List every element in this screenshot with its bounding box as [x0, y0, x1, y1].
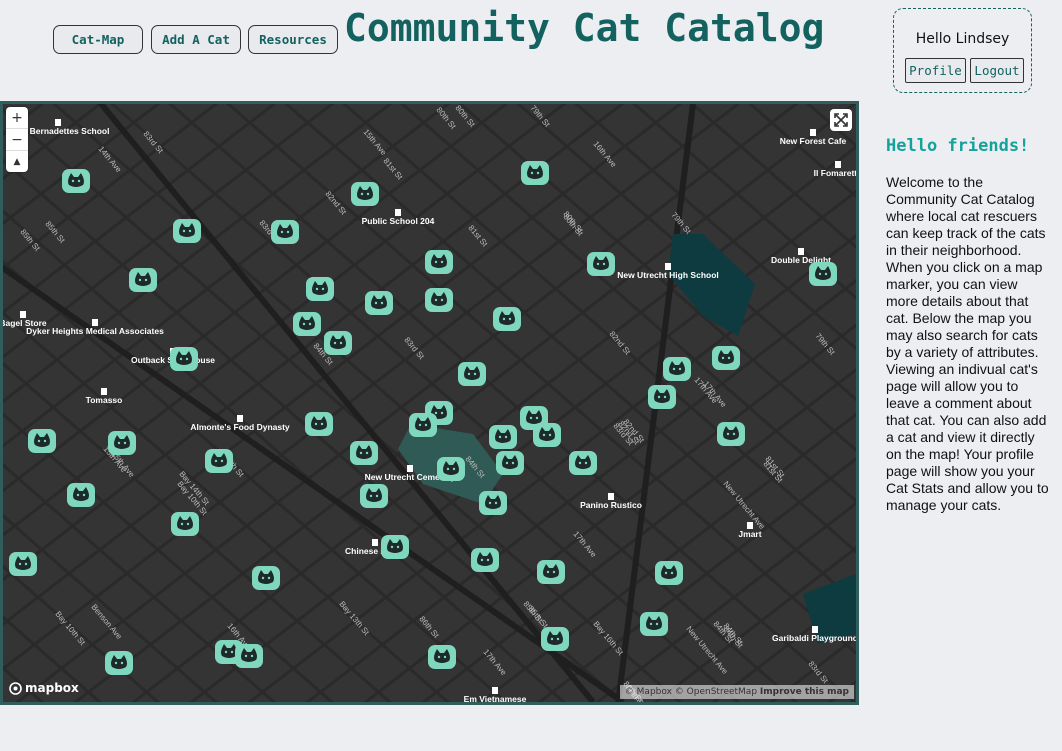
cat-marker[interactable] [489, 425, 517, 449]
map-attribution: © Mapbox © OpenStreetMap Improve this ma… [619, 685, 854, 699]
cat-marker[interactable] [471, 548, 499, 572]
cat-marker[interactable] [324, 331, 352, 355]
cat-marker[interactable] [425, 250, 453, 274]
cat-marker[interactable] [458, 362, 486, 386]
school-icon [665, 263, 671, 270]
shop-icon [20, 311, 26, 318]
svg-text:Em Vietnamese: Em Vietnamese [464, 694, 527, 702]
cat-map[interactable]: 83rd St 15th Ave 80th St 79th St 16th Ave 14t… [0, 101, 859, 705]
restaurant-icon [372, 539, 378, 546]
svg-text:Dyker Heights Medical Associat: Dyker Heights Medical Associates [26, 326, 164, 336]
svg-text:Jmart: Jmart [738, 529, 761, 539]
cat-marker[interactable] [809, 262, 837, 286]
cat-marker[interactable] [351, 182, 379, 206]
svg-text:Tomasso: Tomasso [86, 395, 123, 405]
cat-marker[interactable] [235, 644, 263, 668]
school-icon [395, 209, 401, 216]
cat-marker[interactable] [587, 252, 615, 276]
svg-text:New Forest Cafe: New Forest Cafe [780, 136, 847, 146]
cat-marker[interactable] [409, 413, 437, 437]
cat-marker[interactable] [541, 627, 569, 651]
cat-marker[interactable] [437, 457, 465, 481]
cat-marker[interactable] [381, 535, 409, 559]
cat-marker[interactable] [9, 552, 37, 576]
cat-marker[interactable] [496, 451, 524, 475]
cat-marker[interactable] [306, 277, 334, 301]
cat-marker[interactable] [252, 566, 280, 590]
cat-marker[interactable] [479, 491, 507, 515]
restaurant-icon [835, 161, 841, 168]
attribution-mapbox-link[interactable]: © Mapbox [625, 687, 672, 697]
nav-cat-map-button[interactable]: Cat-Map [53, 25, 143, 54]
cat-marker[interactable] [640, 612, 668, 636]
fullscreen-button[interactable] [830, 109, 852, 131]
user-greeting: Hello Lindsey [915, 31, 1010, 47]
cat-marker[interactable] [129, 268, 157, 292]
map-zoom-controls: + − ▲ [6, 107, 28, 172]
improve-map-link[interactable]: Improve this map [760, 687, 849, 697]
cat-marker[interactable] [425, 288, 453, 312]
playground-icon [812, 626, 818, 633]
restaurant-icon [608, 493, 614, 500]
compass-button[interactable]: ▲ [6, 151, 28, 172]
cat-marker[interactable] [350, 441, 378, 465]
restaurant-icon [492, 687, 498, 694]
nav-resources-button[interactable]: Resources [248, 25, 338, 54]
mapbox-icon [9, 681, 22, 695]
restaurant-icon [101, 388, 107, 395]
cat-marker[interactable] [171, 512, 199, 536]
hospital-icon [92, 319, 98, 326]
cat-marker[interactable] [493, 307, 521, 331]
cat-marker[interactable] [105, 651, 133, 675]
user-panel: Hello Lindsey Profile Logout [893, 8, 1032, 93]
cat-marker[interactable] [271, 220, 299, 244]
cat-marker[interactable] [173, 219, 201, 243]
cat-marker[interactable] [305, 412, 333, 436]
shop-icon [747, 522, 753, 529]
svg-text:Public School 204: Public School 204 [362, 216, 435, 226]
cat-marker[interactable] [67, 483, 95, 507]
svg-text:Il Fomaretto: Il Fomaretto [814, 168, 856, 178]
sidebar-intro-text: Welcome to the Community Cat Catalog whe… [886, 174, 1049, 513]
attribution-osm-link[interactable]: © OpenStreetMap [675, 687, 757, 697]
cat-marker[interactable] [655, 561, 683, 585]
cat-marker[interactable] [62, 169, 90, 193]
cat-marker[interactable] [663, 357, 691, 381]
cat-marker[interactable] [360, 484, 388, 508]
cat-marker[interactable] [537, 560, 565, 584]
restaurant-icon [798, 248, 804, 255]
cat-marker[interactable] [712, 346, 740, 370]
svg-text:New Utrecht High School: New Utrecht High School [617, 270, 719, 280]
mapbox-logo[interactable]: mapbox [9, 681, 79, 695]
cat-marker[interactable] [28, 429, 56, 453]
cat-marker[interactable] [170, 347, 198, 371]
logout-button[interactable]: Logout [970, 58, 1024, 83]
school-icon [55, 119, 61, 126]
nav-add-cat-button[interactable]: Add A Cat [151, 25, 241, 54]
zoom-out-button[interactable]: − [6, 129, 28, 151]
restaurant-icon [810, 129, 816, 136]
cat-marker[interactable] [293, 312, 321, 336]
cemetery-icon [407, 465, 413, 472]
shop-icon [237, 415, 243, 422]
page-title: Community Cat Catalog [344, 6, 825, 50]
svg-text:Garibaldi Playground: Garibaldi Playground [772, 633, 856, 643]
svg-text:Almonte's Food Dynasty: Almonte's Food Dynasty [190, 422, 290, 432]
cat-marker[interactable] [205, 449, 233, 473]
cat-marker[interactable] [648, 385, 676, 409]
map-canvas[interactable]: 83rd St 15th Ave80th St 79th St16th Ave14t… [3, 104, 856, 702]
cat-marker[interactable] [533, 423, 561, 447]
cat-marker[interactable] [108, 431, 136, 455]
cat-marker[interactable] [569, 451, 597, 475]
svg-text:Panino Rustico: Panino Rustico [580, 500, 642, 510]
zoom-in-button[interactable]: + [6, 107, 28, 129]
cat-marker[interactable] [521, 161, 549, 185]
cat-marker[interactable] [428, 645, 456, 669]
mapbox-logo-text: mapbox [25, 681, 79, 695]
profile-button[interactable]: Profile [905, 58, 966, 83]
cat-marker[interactable] [365, 291, 393, 315]
cat-marker[interactable] [717, 422, 745, 446]
sidebar-heading: Hello friends! [886, 136, 1030, 156]
fullscreen-icon [834, 113, 848, 127]
